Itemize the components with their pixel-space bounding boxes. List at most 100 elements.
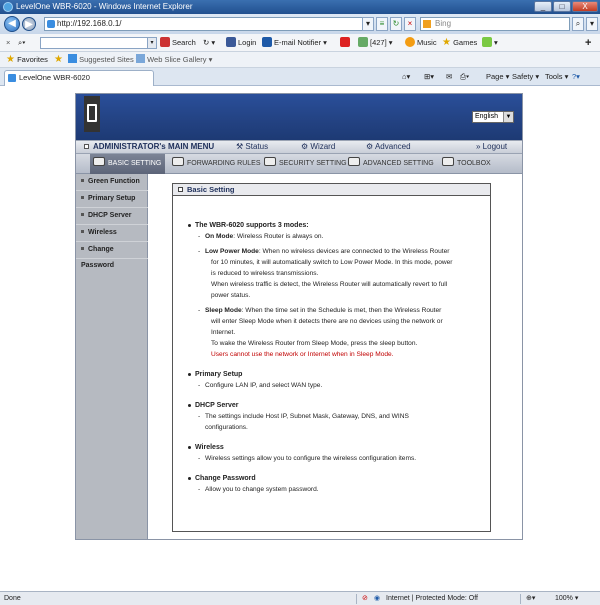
toolbar-addon-icon[interactable]: ▾ [482,34,498,52]
content-header: Basic Setting [173,184,490,196]
wireless-heading: Wireless [187,442,487,453]
home-icon[interactable]: ⌂▾ [402,68,410,86]
menu-logout[interactable]: » Logout [476,141,507,153]
low-power-line2: for 10 minutes, it will automatically sw… [211,259,453,266]
mail-icon[interactable]: ✉ [446,68,452,86]
toolbar-email-button[interactable]: E-mail Notifier ▾ [262,34,327,52]
youtube-icon[interactable] [340,34,352,52]
tab-security-setting[interactable]: SECURITY SETTING [264,154,347,174]
menu-advanced[interactable]: ⚙ Advanced [366,141,411,153]
address-dropdown-icon[interactable]: ▾ [362,17,374,31]
add-favorite-icon[interactable]: ★ [54,52,63,68]
maximize-button[interactable]: □ [553,1,571,12]
search-options-icon[interactable]: ▾ [586,17,598,31]
low-power-line3: is reduced to wireless transmissions. [211,270,319,277]
tab-levelone[interactable]: LevelOne WBR-6020 [4,70,154,86]
web-slice-icon [136,54,145,63]
back-button[interactable]: ◀ [4,16,20,32]
nav-green-function[interactable]: Green Function [76,174,148,191]
favorites-star-icon: ★ [6,54,15,65]
content-title: Basic Setting [187,185,235,194]
toolbar-music-button[interactable]: Music [405,34,437,52]
primary-setup-text: - Configure LAN IP, and select WAN type. [198,382,323,389]
favorites-button[interactable]: ★ Favorites [6,52,48,68]
main-menu-title: ADMINISTRATOR's MAIN MENU [84,141,214,153]
toolbar-search-label: Search [172,38,196,47]
modes-heading: The WBR-6020 supports 3 modes: [187,220,487,231]
zoom-icon[interactable]: ⊕▾ [526,592,535,605]
main-menu: ADMINISTRATOR's MAIN MENU ⚒ Status ⚙ Wiz… [76,140,522,154]
toolbar-search-dropdown-icon[interactable]: ▾ [147,37,157,49]
nav-dhcp-server[interactable]: DHCP Server [76,208,148,225]
header-square-icon [178,187,183,192]
help-icon[interactable]: ?▾ [572,68,580,86]
menu-wizard[interactable]: ⚙ Wizard [301,141,335,153]
security-zone[interactable]: Internet | Protected Mode: Off [386,592,478,605]
new-tab-icon[interactable]: + [585,34,591,52]
compat-view-icon[interactable]: ≡ [376,17,388,31]
sleep-mode-line4: To wake the Wireless Router from Sleep M… [211,340,418,347]
page-menu-label: Page [486,72,504,81]
toolbar-search-button[interactable]: Search [160,34,196,52]
language-select[interactable]: English ▼ [472,111,514,123]
web-slice-link[interactable]: Web Slice Gallery ▾ [136,52,212,68]
page-icon [47,20,55,28]
levelone-logo [84,96,100,132]
tab-bar: LevelOne WBR-6020 ⌂▾ ⊞▾ ✉ ⎙▾ Page ▾ Safe… [0,68,600,86]
zoom-level[interactable]: 100% ▾ [555,592,578,605]
nav-primary-setup[interactable]: Primary Setup [76,191,148,208]
tab-favicon-icon [8,74,16,82]
toolbar-login-label: Login [238,38,257,47]
content-body: The WBR-6020 supports 3 modes: - On Mode:… [187,220,487,495]
search-input[interactable]: Bing [420,17,570,31]
tools-menu-label: Tools [545,72,563,81]
favorites-label: Favorites [17,55,48,64]
toolbar-search-input[interactable] [40,37,148,49]
password-heading: Change Password [187,473,487,484]
logo-mark-icon [87,104,97,122]
password-text: - Allow you to change system password. [198,486,319,493]
page-viewport: English ▼ ADMINISTRATOR's MAIN MENU ⚒ St… [0,86,600,591]
close-button[interactable]: X [572,1,598,12]
toolbar-login-button[interactable]: Login [226,34,256,52]
count-icon [358,37,368,47]
refresh-icon[interactable]: ↻ [390,17,402,31]
language-value: English [475,113,498,120]
page-menu[interactable]: Page ▾ [486,68,509,86]
sleep-warning: Users cannot use the network or Internet… [211,351,394,358]
stop-icon[interactable]: × [404,17,416,31]
suggested-sites-link[interactable]: Suggested Sites ▾ [68,52,140,68]
toolbar-close-icon[interactable]: × [6,34,10,52]
nav-change-password[interactable]: Change Password [76,242,148,269]
menu-status[interactable]: ⚒ Status [236,141,268,153]
suggested-sites-label: Suggested Sites [79,55,134,64]
tab-forwarding-rules[interactable]: FORWARDING RULES [172,154,261,174]
web-slice-label: Web Slice Gallery [147,55,207,64]
search-go-icon[interactable]: ⌕ [572,17,584,31]
low-power-line4: When wireless traffic is detect, the Wir… [211,281,448,288]
tab-toolbox[interactable]: TOOLBOX [442,154,491,174]
tab-advanced-setting[interactable]: ADVANCED SETTING [348,154,434,174]
bing-icon [423,20,431,28]
feeds-icon[interactable]: ⊞▾ [424,68,434,86]
tab-basic-setting[interactable]: BASIC SETTING [90,154,166,174]
sleep-mode-item: - Sleep Mode: When the time set in the Sc… [198,307,442,314]
toolbar-search-icon[interactable]: ⌕▾ [18,34,25,52]
safety-menu[interactable]: Safety ▾ [512,68,539,86]
ie-logo-icon [3,2,13,12]
forward-button[interactable]: ▶ [22,17,36,31]
menu-advanced-label: Advanced [374,142,411,151]
toolbar-games-button[interactable]: ★ Games [442,34,477,52]
minimize-button[interactable]: _ [534,1,552,12]
print-icon[interactable]: ⎙▾ [460,68,469,86]
toolbar-email-label: E-mail Notifier [274,38,322,47]
advanced-icon [348,157,360,166]
address-input[interactable]: http://192.168.0.1/ [44,17,372,31]
toolbar-count-button[interactable]: [427] ▾ [358,34,393,52]
sleep-mode-line2: will enter Sleep Mode when it detects th… [211,318,443,325]
tools-menu[interactable]: Tools ▾ [545,68,568,86]
toolbox-icon [442,157,454,166]
toolbar-extra-icons[interactable]: ↻ ▾ [203,34,215,52]
games-icon: ★ [442,37,451,48]
nav-wireless[interactable]: Wireless [76,225,148,242]
